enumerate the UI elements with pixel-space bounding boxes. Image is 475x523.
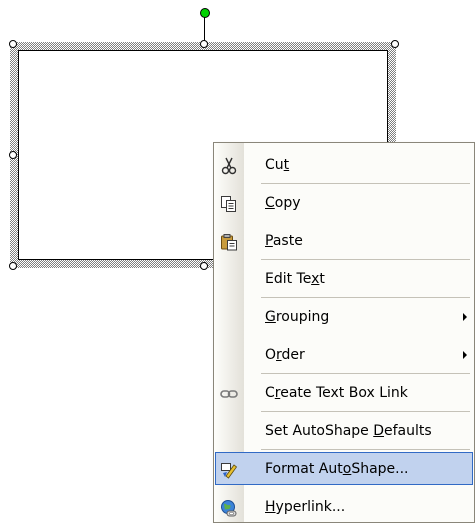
- menu-item-order[interactable]: Order: [214, 336, 474, 374]
- menu-item-label: Hyperlink...: [265, 499, 346, 515]
- menu-item-format-autoshape[interactable]: Format AutoShape...: [214, 450, 474, 488]
- copy-icon: [220, 195, 238, 213]
- menu-item-cut[interactable]: Cut: [214, 146, 474, 184]
- mnemonic-letter: P: [265, 233, 273, 249]
- menu-item-label: Format AutoShape...: [265, 461, 409, 477]
- menu-list: Cut Copy Paste Edit Text Grouping Order …: [214, 146, 474, 522]
- menu-item-label: Cut: [265, 157, 290, 173]
- menu-item-label: Paste: [265, 233, 303, 249]
- resize-handle-middle-left[interactable]: [9, 151, 17, 159]
- menu-item-label: Order: [265, 347, 305, 363]
- menu-item-grouping[interactable]: Grouping: [214, 298, 474, 336]
- resize-handle-top-center[interactable]: [200, 40, 208, 48]
- mnemonic-letter: C: [265, 195, 275, 211]
- submenu-arrow-icon: [463, 351, 467, 359]
- mnemonic-letter: t: [283, 157, 290, 173]
- resize-handle-top-right[interactable]: [391, 40, 399, 48]
- resize-handle-bottom-left[interactable]: [9, 262, 17, 270]
- paste-icon: [220, 233, 238, 251]
- menu-item-label: Create Text Box Link: [265, 385, 408, 401]
- menu-item-label: Edit Text: [265, 271, 325, 287]
- menu-item-label: Set AutoShape Defaults: [265, 423, 432, 439]
- mnemonic-letter: H: [265, 499, 276, 515]
- menu-item-hyperlink[interactable]: Hyperlink...: [214, 488, 474, 522]
- chain-link-icon: [220, 385, 238, 403]
- resize-handle-top-left[interactable]: [9, 40, 17, 48]
- document-canvas: Cut Copy Paste Edit Text Grouping Order …: [0, 0, 475, 523]
- menu-item-edit-text[interactable]: Edit Text: [214, 260, 474, 298]
- menu-item-label: Copy: [265, 195, 301, 211]
- submenu-arrow-icon: [463, 313, 467, 321]
- format-shape-icon: [220, 461, 238, 479]
- menu-item-set-autoshape-defaults[interactable]: Set AutoShape Defaults: [214, 412, 474, 450]
- menu-item-create-text-box-link[interactable]: Create Text Box Link: [214, 374, 474, 412]
- menu-item-copy[interactable]: Copy: [214, 184, 474, 222]
- mnemonic-letter: G: [265, 309, 276, 325]
- scissors-icon: [220, 157, 238, 175]
- hyperlink-globe-icon: [220, 499, 238, 517]
- menu-item-paste[interactable]: Paste: [214, 222, 474, 260]
- context-menu: Cut Copy Paste Edit Text Grouping Order …: [213, 142, 475, 523]
- mnemonic-letter: D: [373, 423, 385, 439]
- resize-handle-bottom-center[interactable]: [200, 262, 208, 270]
- menu-item-label: Grouping: [265, 309, 330, 325]
- rotation-handle[interactable]: [200, 8, 210, 18]
